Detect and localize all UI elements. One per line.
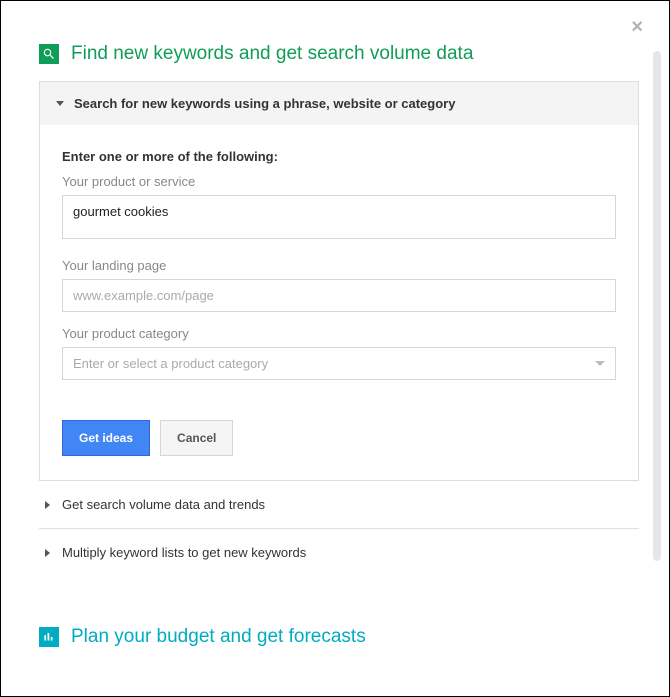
chevron-down-icon [595, 361, 605, 366]
search-keywords-panel: Search for new keywords using a phrase, … [39, 81, 639, 481]
cancel-button[interactable]: Cancel [160, 420, 233, 456]
sub-item-label: Multiply keyword lists to get new keywor… [62, 545, 306, 560]
get-ideas-button[interactable]: Get ideas [62, 420, 150, 456]
section-title: Plan your budget and get forecasts [71, 626, 366, 648]
search-icon [39, 44, 59, 64]
accordion-body: Enter one or more of the following: Your… [40, 125, 638, 480]
close-button[interactable]: × [631, 17, 643, 37]
chevron-right-icon [45, 501, 50, 509]
section-find-keywords-header: Find new keywords and get search volume … [39, 43, 639, 65]
section-title: Find new keywords and get search volume … [71, 43, 473, 65]
landing-page-input[interactable] [62, 279, 616, 312]
button-row: Get ideas Cancel [62, 420, 616, 456]
select-placeholder: Enter or select a product category [73, 356, 268, 371]
product-service-label: Your product or service [62, 174, 616, 189]
keyword-planner-dialog: × Find new keywords and get search volum… [1, 1, 669, 696]
product-service-input[interactable] [62, 195, 616, 239]
accordion-header-search-keywords[interactable]: Search for new keywords using a phrase, … [40, 82, 638, 125]
landing-page-label: Your landing page [62, 258, 616, 273]
instruction-text: Enter one or more of the following: [62, 149, 616, 164]
chevron-down-icon [56, 101, 64, 106]
accordion-item-search-volume[interactable]: Get search volume data and trends [39, 481, 639, 528]
scrollbar[interactable] [653, 51, 661, 561]
accordion-header-label: Search for new keywords using a phrase, … [74, 96, 455, 111]
accordion-item-multiply-lists[interactable]: Multiply keyword lists to get new keywor… [39, 529, 639, 576]
product-category-label: Your product category [62, 326, 616, 341]
product-category-select[interactable]: Enter or select a product category [62, 347, 616, 380]
sub-item-label: Get search volume data and trends [62, 497, 265, 512]
bar-chart-icon [39, 627, 59, 647]
section-plan-budget-header: Plan your budget and get forecasts [39, 626, 639, 648]
chevron-right-icon [45, 549, 50, 557]
